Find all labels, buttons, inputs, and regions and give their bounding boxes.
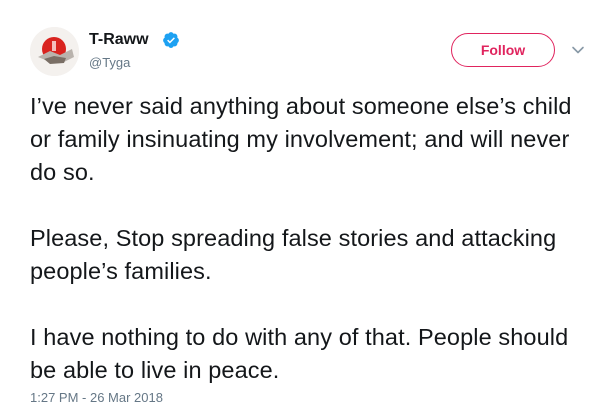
display-name[interactable]: T-Raww	[89, 31, 149, 49]
tweet-text: I’ve never said anything about someone e…	[30, 90, 580, 387]
tweet-card: T-Raww @Tyga Follow I’ve never said anyt…	[0, 0, 596, 419]
tweet-timestamp[interactable]: 1:27 PM - 26 Mar 2018	[30, 390, 163, 405]
tweet-paragraph: I have nothing to do with any of that. P…	[30, 324, 569, 383]
avatar-image	[30, 27, 79, 76]
verified-badge-icon	[163, 32, 179, 48]
avatar[interactable]	[30, 27, 79, 76]
follow-button[interactable]: Follow	[451, 33, 555, 67]
user-handle[interactable]: @Tyga	[89, 55, 130, 70]
chevron-down-icon[interactable]	[571, 43, 585, 57]
tweet-paragraph: I’ve never said anything about someone e…	[30, 93, 572, 185]
tweet-paragraph: Please, Stop spreading false stories and…	[30, 225, 557, 284]
